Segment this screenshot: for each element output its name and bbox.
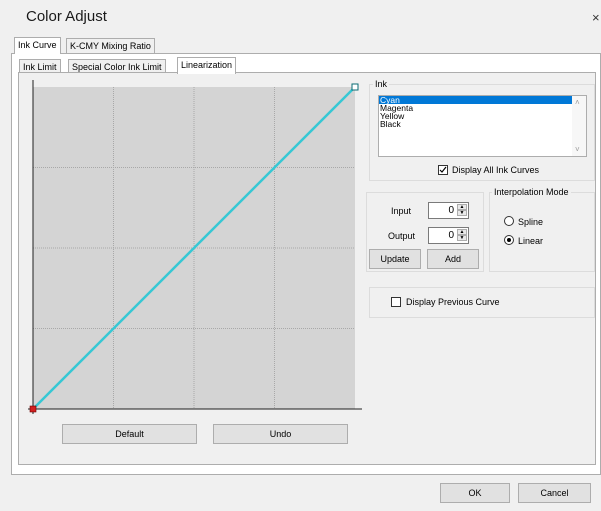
output-spinbox[interactable]: 0 ▲ ▼ (428, 227, 469, 244)
curve-start-point (29, 405, 37, 413)
curve-graph-frame (24, 78, 364, 418)
list-item-black[interactable]: Black (379, 120, 586, 129)
cancel-button[interactable]: Cancel (518, 483, 591, 503)
tab-kcmy-mixing-ratio[interactable]: K-CMY Mixing Ratio (66, 38, 155, 53)
scroll-down-icon[interactable]: ˅ (575, 145, 580, 154)
display-previous-curve-label: Display Previous Curve (406, 297, 500, 307)
default-button[interactable]: Default (62, 424, 197, 444)
interpolation-mode-group (489, 192, 595, 272)
tab-linearization[interactable]: Linearization (177, 57, 237, 74)
display-all-ink-curves-label: Display All Ink Curves (452, 165, 540, 175)
update-button[interactable]: Update (369, 249, 421, 269)
close-icon[interactable]: × (592, 10, 600, 25)
interpolation-mode-title: Interpolation Mode (492, 187, 571, 197)
checkmark-icon (439, 166, 447, 173)
add-button[interactable]: Add (427, 249, 479, 269)
display-all-ink-curves-checkbox[interactable] (438, 165, 448, 175)
list-scrollbar[interactable]: ˄ ˅ (572, 96, 586, 156)
input-label: Input (391, 206, 412, 216)
curve-graph[interactable] (24, 78, 364, 418)
spin-down-icon[interactable]: ▼ (457, 210, 467, 216)
spline-radio[interactable] (504, 216, 514, 226)
undo-button[interactable]: Undo (213, 424, 348, 444)
tab-ink-curve[interactable]: Ink Curve (14, 37, 61, 54)
list-item-yellow[interactable]: Yellow (379, 112, 586, 121)
linear-label: Linear (518, 236, 544, 246)
input-spinbox[interactable]: 0 ▲ ▼ (428, 202, 469, 219)
ink-listbox[interactable]: Cyan Magenta Yellow Black ˄ ˅ (378, 95, 587, 157)
spline-label: Spline (518, 217, 544, 227)
list-item-magenta[interactable]: Magenta (379, 104, 586, 113)
spin-down-icon[interactable]: ▼ (457, 235, 467, 241)
output-label: Output (388, 231, 416, 241)
scroll-up-icon[interactable]: ˄ (575, 98, 580, 107)
display-previous-curve-checkbox[interactable] (391, 297, 401, 307)
input-value: 0 (448, 205, 454, 216)
curve-end-point (351, 83, 359, 91)
linear-radio[interactable] (504, 235, 514, 245)
window-title: Color Adjust (26, 8, 107, 25)
ok-button[interactable]: OK (440, 483, 510, 503)
ink-group-title: Ink (373, 79, 390, 89)
output-value: 0 (448, 230, 454, 241)
